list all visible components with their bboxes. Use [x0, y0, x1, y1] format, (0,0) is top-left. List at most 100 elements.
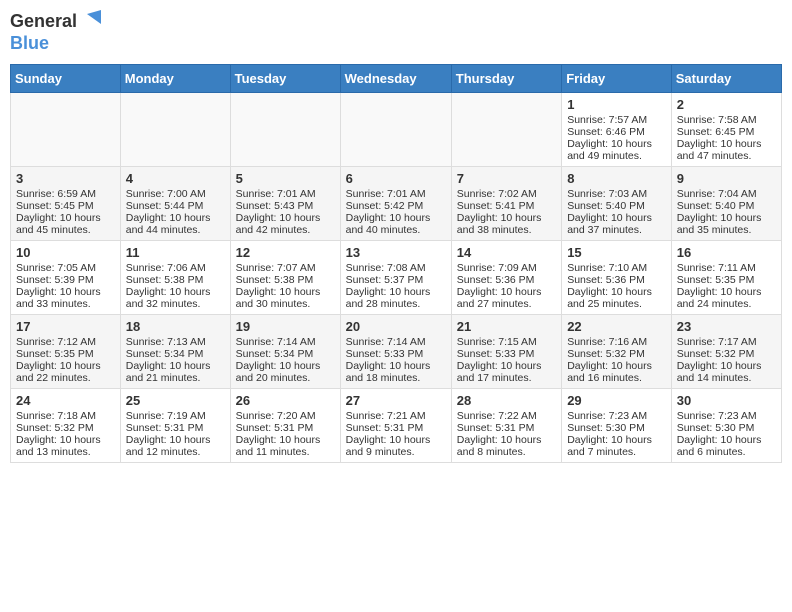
- day-info: Sunset: 6:45 PM: [677, 126, 776, 138]
- day-info: and 20 minutes.: [236, 372, 335, 384]
- day-info: Sunset: 5:32 PM: [16, 422, 115, 434]
- day-number: 1: [567, 97, 666, 112]
- day-info: Sunrise: 7:58 AM: [677, 114, 776, 126]
- day-info: Daylight: 10 hours: [346, 286, 446, 298]
- day-info: Sunrise: 7:00 AM: [126, 188, 225, 200]
- day-number: 7: [457, 171, 556, 186]
- day-info: Sunset: 5:36 PM: [567, 274, 666, 286]
- day-info: Sunset: 5:33 PM: [457, 348, 556, 360]
- calendar-cell: 5Sunrise: 7:01 AMSunset: 5:43 PMDaylight…: [230, 166, 340, 240]
- day-info: and 14 minutes.: [677, 372, 776, 384]
- day-info: Sunset: 5:31 PM: [346, 422, 446, 434]
- calendar-cell: [230, 92, 340, 166]
- day-info: Sunrise: 7:14 AM: [346, 336, 446, 348]
- calendar-week-4: 17 Sunrise: 7:12 AMSunset: 5:35 PM Dayligh…: [11, 314, 782, 388]
- logo-blue-text: Blue: [10, 34, 49, 54]
- calendar-cell: 13Sunrise: 7:08 AMSunset: 5:37 PMDayligh…: [340, 240, 451, 314]
- day-info: and 22 minutes.: [16, 372, 115, 384]
- day-info: Daylight: 10 hours: [236, 434, 335, 446]
- calendar-cell: 29Sunrise: 7:23 AMSunset: 5:30 PMDayligh…: [562, 388, 672, 462]
- day-info: Daylight: 10 hours: [236, 286, 335, 298]
- day-info: Sunrise: 7:09 AM: [457, 262, 556, 274]
- logo-general-text: General: [10, 12, 77, 32]
- day-info: Sunrise: 7:01 AM: [236, 188, 335, 200]
- calendar-cell: 2Sunrise: 7:58 AMSunset: 6:45 PMDaylight…: [671, 92, 781, 166]
- calendar-cell: 7Sunrise: 7:02 AMSunset: 5:41 PMDaylight…: [451, 166, 561, 240]
- calendar-cell: 22 Sunrise: 7:16 AMSunset: 5:32 PMDayligh…: [562, 314, 672, 388]
- day-info: Daylight: 10 hours: [567, 434, 666, 446]
- day-number: 14: [457, 245, 556, 260]
- day-info: Daylight: 10 hours: [457, 360, 556, 372]
- day-info: Sunset: 5:37 PM: [346, 274, 446, 286]
- day-info: Sunrise: 7:02 AM: [457, 188, 556, 200]
- day-info: Daylight: 10 hours: [16, 212, 115, 224]
- calendar-cell: 14Sunrise: 7:09 AMSunset: 5:36 PMDayligh…: [451, 240, 561, 314]
- day-info: and 38 minutes.: [457, 224, 556, 236]
- day-number: 17: [16, 319, 115, 334]
- day-info: Sunrise: 7:03 AM: [567, 188, 666, 200]
- calendar-cell: 24Sunrise: 7:18 AMSunset: 5:32 PMDayligh…: [11, 388, 121, 462]
- day-info: Sunset: 5:35 PM: [677, 274, 776, 286]
- day-info: Sunset: 5:34 PM: [126, 348, 225, 360]
- day-info: Daylight: 10 hours: [236, 360, 335, 372]
- day-info: and 6 minutes.: [677, 446, 776, 458]
- day-info: and 32 minutes.: [126, 298, 225, 310]
- day-info: Sunrise: 7:20 AM: [236, 410, 335, 422]
- calendar-week-2: 3Sunrise: 6:59 AMSunset: 5:45 PMDaylight…: [11, 166, 782, 240]
- day-info: Sunrise: 7:16 AM: [567, 336, 666, 348]
- day-number: 20: [346, 319, 446, 334]
- day-info: Sunrise: 7:23 AM: [677, 410, 776, 422]
- day-info: Sunrise: 6:59 AM: [16, 188, 115, 200]
- day-info: Sunrise: 7:15 AM: [457, 336, 556, 348]
- day-number: 10: [16, 245, 115, 260]
- day-info: Sunset: 5:42 PM: [346, 200, 446, 212]
- day-info: Sunrise: 7:12 AM: [16, 336, 115, 348]
- day-info: Sunset: 5:32 PM: [567, 348, 666, 360]
- day-info: Sunset: 6:46 PM: [567, 126, 666, 138]
- calendar-cell: 25Sunrise: 7:19 AMSunset: 5:31 PMDayligh…: [120, 388, 230, 462]
- calendar-cell: 18 Sunrise: 7:13 AMSunset: 5:34 PMDayligh…: [120, 314, 230, 388]
- calendar-week-1: 1 Sunrise: 7:57 AMSunset: 6:46 PMDaylight…: [11, 92, 782, 166]
- day-number: 11: [126, 245, 225, 260]
- day-number: 9: [677, 171, 776, 186]
- day-number: 30: [677, 393, 776, 408]
- day-info: Sunrise: 7:18 AM: [16, 410, 115, 422]
- day-info: Daylight: 10 hours: [677, 434, 776, 446]
- day-number: 13: [346, 245, 446, 260]
- day-info: Sunrise: 7:13 AM: [126, 336, 225, 348]
- day-info: and 37 minutes.: [567, 224, 666, 236]
- day-info: Sunset: 5:38 PM: [236, 274, 335, 286]
- day-info: and 35 minutes.: [677, 224, 776, 236]
- day-info: Sunset: 5:40 PM: [677, 200, 776, 212]
- page-header: General Blue: [10, 10, 782, 54]
- day-info: Daylight: 10 hours: [457, 212, 556, 224]
- calendar-cell: 4Sunrise: 7:00 AMSunset: 5:44 PMDaylight…: [120, 166, 230, 240]
- calendar-cell: [11, 92, 121, 166]
- calendar-table: SundayMondayTuesdayWednesdayThursdayFrid…: [10, 64, 782, 463]
- day-number: 22: [567, 319, 666, 334]
- day-info: and 45 minutes.: [16, 224, 115, 236]
- calendar-cell: 20Sunrise: 7:14 AMSunset: 5:33 PMDayligh…: [340, 314, 451, 388]
- day-info: Daylight: 10 hours: [567, 138, 666, 150]
- day-info: Daylight: 10 hours: [126, 360, 225, 372]
- day-info: Sunrise: 7:05 AM: [16, 262, 115, 274]
- col-header-thursday: Thursday: [451, 64, 561, 92]
- day-info: Daylight: 10 hours: [567, 360, 666, 372]
- day-info: and 40 minutes.: [346, 224, 446, 236]
- col-header-saturday: Saturday: [671, 64, 781, 92]
- day-info: Sunset: 5:31 PM: [457, 422, 556, 434]
- day-info: Daylight: 10 hours: [126, 434, 225, 446]
- day-info: Sunrise: 7:21 AM: [346, 410, 446, 422]
- day-info: Sunrise: 7:22 AM: [457, 410, 556, 422]
- day-info: and 47 minutes.: [677, 150, 776, 162]
- logo: General Blue: [10, 10, 101, 54]
- day-number: 18: [126, 319, 225, 334]
- calendar-cell: 19Sunrise: 7:14 AMSunset: 5:34 PMDayligh…: [230, 314, 340, 388]
- day-info: and 11 minutes.: [236, 446, 335, 458]
- day-info: Sunset: 5:44 PM: [126, 200, 225, 212]
- calendar-cell: 23Sunrise: 7:17 AMSunset: 5:32 PMDayligh…: [671, 314, 781, 388]
- day-info: Sunset: 5:35 PM: [16, 348, 115, 360]
- day-info: Daylight: 10 hours: [16, 286, 115, 298]
- day-info: and 7 minutes.: [567, 446, 666, 458]
- day-info: Sunrise: 7:57 AM: [567, 114, 666, 126]
